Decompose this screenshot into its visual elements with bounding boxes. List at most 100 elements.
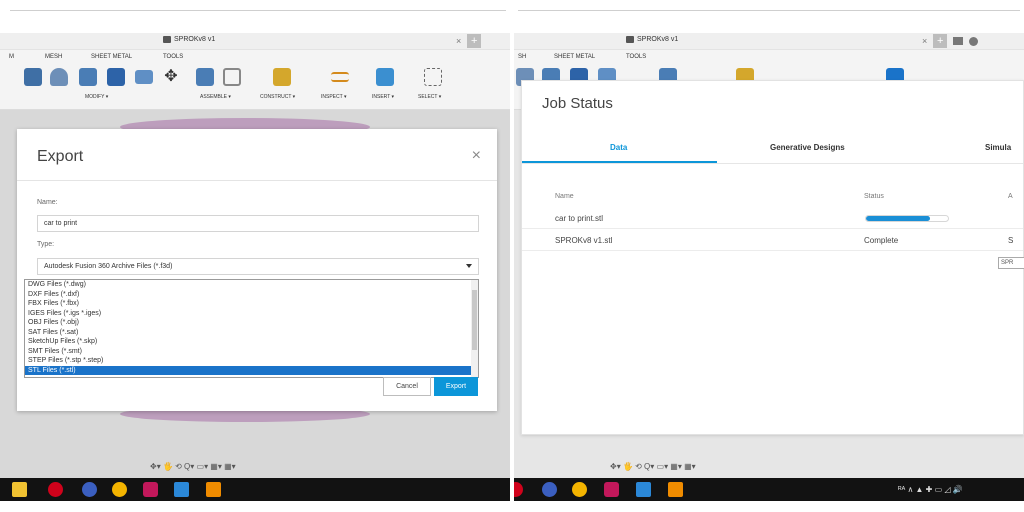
select-icon[interactable] (424, 68, 442, 86)
tab-data[interactable]: Data (610, 143, 627, 152)
close-tab-button[interactable]: × (456, 36, 461, 46)
modify-menu[interactable]: MODIFY ▾ (85, 94, 108, 100)
insert-menu[interactable]: INSERT ▾ (372, 94, 394, 100)
help-icon[interactable] (969, 36, 979, 46)
dropdown-scrollbar[interactable] (471, 280, 478, 377)
type-select-value: Autodesk Fusion 360 Archive Files (*.f3d… (44, 263, 173, 270)
menu-item-tools[interactable]: TOOLS (626, 54, 646, 60)
document-title: SPROKv8 v1 (163, 36, 215, 43)
move-icon[interactable]: ✥ (162, 68, 180, 86)
document-title: SPROKv8 v1 (626, 36, 678, 43)
menu-item-sh[interactable]: SH (518, 54, 526, 60)
menu-item-mesh[interactable]: MESH (45, 54, 62, 60)
shell-icon[interactable] (79, 68, 97, 86)
left-fusion-window: SPROKv8 v1 × + M MESH SHEET METAL TOOLS … (0, 0, 510, 512)
job-progress-bar (865, 215, 949, 222)
column-header-extra: A (1008, 193, 1013, 200)
job-status-panel: Job Status Data Generative Designs Simul… (521, 80, 1024, 435)
insert-image-icon[interactable] (376, 68, 394, 86)
app-icon[interactable] (82, 482, 97, 497)
fusion-icon[interactable] (668, 482, 683, 497)
option-step[interactable]: STEP Files (*.stp *.step) (25, 356, 478, 366)
cancel-button[interactable]: Cancel (383, 377, 431, 396)
app-icon-pink[interactable] (604, 482, 619, 497)
navigation-toolbar[interactable]: ✥▾ 🖐 ⟲ Q▾ ▭▾ ▦▾ ▦▾ (610, 462, 696, 471)
tooltip-tag: SPR (998, 257, 1024, 269)
option-dwg[interactable]: DWG Files (*.dwg) (25, 280, 478, 290)
job-name: SPROKv8 v1.stl (555, 236, 613, 245)
split-icon[interactable] (135, 70, 153, 84)
opera-icon[interactable] (48, 482, 63, 497)
close-tab-button[interactable]: × (922, 36, 927, 46)
inspect-menu[interactable]: INSPECT ▾ (321, 94, 346, 100)
chrome-icon[interactable] (112, 482, 127, 497)
menu-item-tools[interactable]: TOOLS (163, 54, 183, 60)
new-tab-button[interactable]: + (933, 34, 948, 48)
new-component-icon[interactable] (196, 68, 214, 86)
new-tab-button[interactable]: + (467, 34, 482, 48)
notification-icon[interactable] (953, 37, 964, 45)
top-divider (518, 10, 1020, 11)
menu-bar: M MESH SHEET METAL TOOLS (0, 50, 510, 64)
assemble-menu[interactable]: ASSEMBLE ▾ (200, 94, 231, 100)
window-controls: × + (456, 34, 482, 48)
option-stl-selected[interactable]: STL Files (*.stl) (25, 365, 478, 375)
vscode-icon[interactable] (174, 482, 189, 497)
tabs-divider (522, 163, 1023, 164)
name-input[interactable]: car to print (37, 215, 479, 232)
menu-item-m[interactable]: M (9, 54, 14, 60)
tab-generative-designs[interactable]: Generative Designs (770, 143, 845, 152)
option-dxf[interactable]: DXF Files (*.dxf) (25, 290, 478, 300)
construct-menu[interactable]: CONSTRUCT ▾ (260, 94, 295, 100)
bottom-strip (514, 501, 1024, 512)
app-icon[interactable] (542, 482, 557, 497)
taskbar: ᴿᴬ ∧ ▲ ✚ ▭ ◿ 🔊 (514, 478, 1024, 501)
vscode-icon[interactable] (636, 482, 651, 497)
option-smt[interactable]: SMT Files (*.smt) (25, 347, 478, 357)
file-type-dropdown-list: DWG Files (*.dwg) DXF Files (*.dxf) FBX … (24, 279, 479, 378)
table-row[interactable]: SPROKv8 v1.stl Complete S (522, 229, 1023, 251)
measure-icon[interactable] (331, 72, 349, 82)
combine-icon[interactable] (107, 68, 125, 86)
option-fbx[interactable]: FBX Files (*.fbx) (25, 299, 478, 309)
export-button[interactable]: Export (434, 377, 478, 396)
option-skp[interactable]: SketchUp Files (*.skp) (25, 337, 478, 347)
navigation-toolbar[interactable]: ✥▾ 🖐 ⟲ Q▾ ▭▾ ▦▾ ▦▾ (150, 462, 236, 471)
option-sat[interactable]: SAT Files (*.sat) (25, 328, 478, 338)
type-select[interactable]: Autodesk Fusion 360 Archive Files (*.f3d… (37, 258, 479, 275)
job-name: car to print.stl (555, 214, 604, 223)
bottom-strip (0, 501, 510, 512)
cube-icon (626, 36, 634, 43)
chrome-icon[interactable] (572, 482, 587, 497)
job-status-title: Job Status (542, 95, 613, 112)
progress-fill (866, 216, 930, 221)
modify-push-icon[interactable] (24, 68, 42, 86)
fillet-icon[interactable] (50, 68, 68, 86)
name-label: Name: (37, 199, 58, 206)
cube-icon (163, 36, 171, 43)
type-label: Type: (37, 241, 55, 248)
top-divider (10, 10, 506, 11)
opera-icon[interactable] (514, 482, 523, 497)
taskbar (0, 478, 510, 501)
tab-simulation[interactable]: Simula (985, 143, 1011, 152)
scrollbar-thumb[interactable] (472, 290, 477, 350)
table-row[interactable]: car to print.stl (522, 207, 1023, 229)
option-iges[interactable]: IGES Files (*.igs *.iges) (25, 309, 478, 319)
job-status: Complete (864, 236, 899, 245)
close-icon[interactable]: × (472, 147, 481, 165)
joint-icon[interactable] (223, 68, 241, 86)
construct-plane-icon[interactable] (273, 68, 291, 86)
option-obj[interactable]: OBJ Files (*.obj) (25, 318, 478, 328)
menu-item-sheet-metal[interactable]: SHEET METAL (91, 54, 132, 60)
window-controls: × + (922, 34, 979, 48)
export-dialog-title: Export (37, 148, 84, 165)
toolbar: ✥ MODIFY ▾ ASSEMBLE ▾ CONSTRUCT ▾ INSPEC… (0, 64, 510, 110)
menu-item-sheet-metal[interactable]: SHEET METAL (554, 54, 595, 60)
store-icon[interactable] (12, 482, 27, 497)
menu-bar: SH SHEET METAL TOOLS (514, 50, 1024, 64)
system-tray[interactable]: ᴿᴬ ∧ ▲ ✚ ▭ ◿ 🔊 (898, 485, 963, 494)
fusion-icon[interactable] (206, 482, 221, 497)
app-icon-pink[interactable] (143, 482, 158, 497)
select-menu[interactable]: SELECT ▾ (418, 94, 441, 100)
